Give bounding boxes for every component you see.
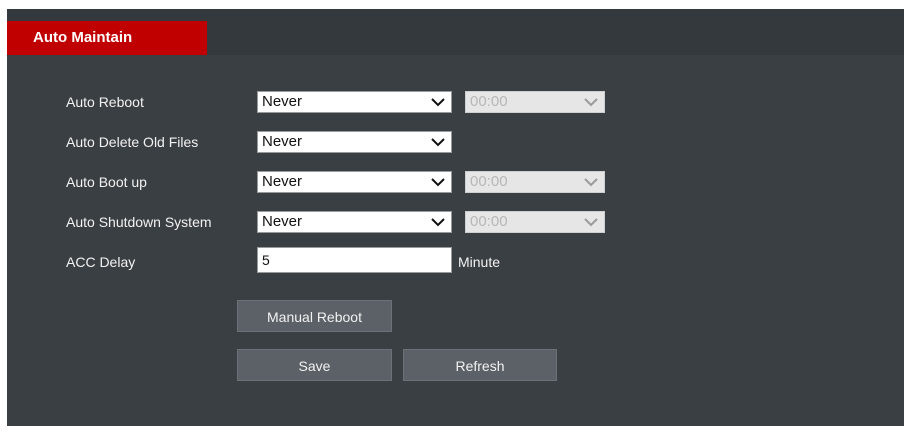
auto-maintain-panel: Auto Maintain Auto Reboot Never 00:00 Au… bbox=[7, 9, 904, 426]
auto-shutdown-system-select[interactable]: Never bbox=[257, 211, 452, 233]
save-button[interactable]: Save bbox=[237, 349, 392, 381]
auto-shutdown-system-time-value: 00:00 bbox=[470, 213, 508, 230]
auto-shutdown-system-label: Auto Shutdown System bbox=[66, 214, 212, 230]
auto-shutdown-system-value: Never bbox=[262, 213, 303, 230]
manual-reboot-button[interactable]: Manual Reboot bbox=[237, 300, 392, 332]
top-bar: Auto Maintain bbox=[7, 9, 904, 55]
auto-boot-up-label: Auto Boot up bbox=[66, 174, 147, 190]
acc-delay-unit: Minute bbox=[458, 254, 501, 270]
refresh-button[interactable]: Refresh bbox=[403, 349, 557, 381]
auto-delete-old-files-label: Auto Delete Old Files bbox=[66, 134, 199, 150]
chevron-down-icon bbox=[431, 215, 445, 229]
chevron-down-icon bbox=[584, 215, 598, 229]
chevron-down-icon bbox=[431, 95, 445, 109]
tab-auto-maintain[interactable]: Auto Maintain bbox=[7, 21, 207, 55]
auto-reboot-select[interactable]: Never bbox=[257, 91, 452, 113]
auto-reboot-time-value: 00:00 bbox=[470, 93, 508, 110]
chevron-down-icon bbox=[584, 175, 598, 189]
auto-boot-up-time-select[interactable]: 00:00 bbox=[465, 171, 605, 193]
auto-reboot-time-select[interactable]: 00:00 bbox=[465, 91, 605, 113]
auto-boot-up-select[interactable]: Never bbox=[257, 171, 452, 193]
auto-boot-up-value: Never bbox=[262, 173, 303, 190]
tab-label: Auto Maintain bbox=[33, 29, 133, 46]
auto-reboot-label: Auto Reboot bbox=[66, 94, 144, 110]
auto-delete-old-files-select[interactable]: Never bbox=[257, 131, 452, 153]
auto-reboot-value: Never bbox=[262, 93, 303, 110]
chevron-down-icon bbox=[431, 175, 445, 189]
acc-delay-input[interactable]: 5 bbox=[257, 247, 452, 273]
auto-shutdown-system-time-select[interactable]: 00:00 bbox=[465, 211, 605, 233]
auto-boot-up-time-value: 00:00 bbox=[470, 173, 508, 190]
auto-delete-old-files-value: Never bbox=[262, 133, 303, 150]
chevron-down-icon bbox=[584, 95, 598, 109]
chevron-down-icon bbox=[431, 135, 445, 149]
acc-delay-label: ACC Delay bbox=[66, 254, 136, 270]
